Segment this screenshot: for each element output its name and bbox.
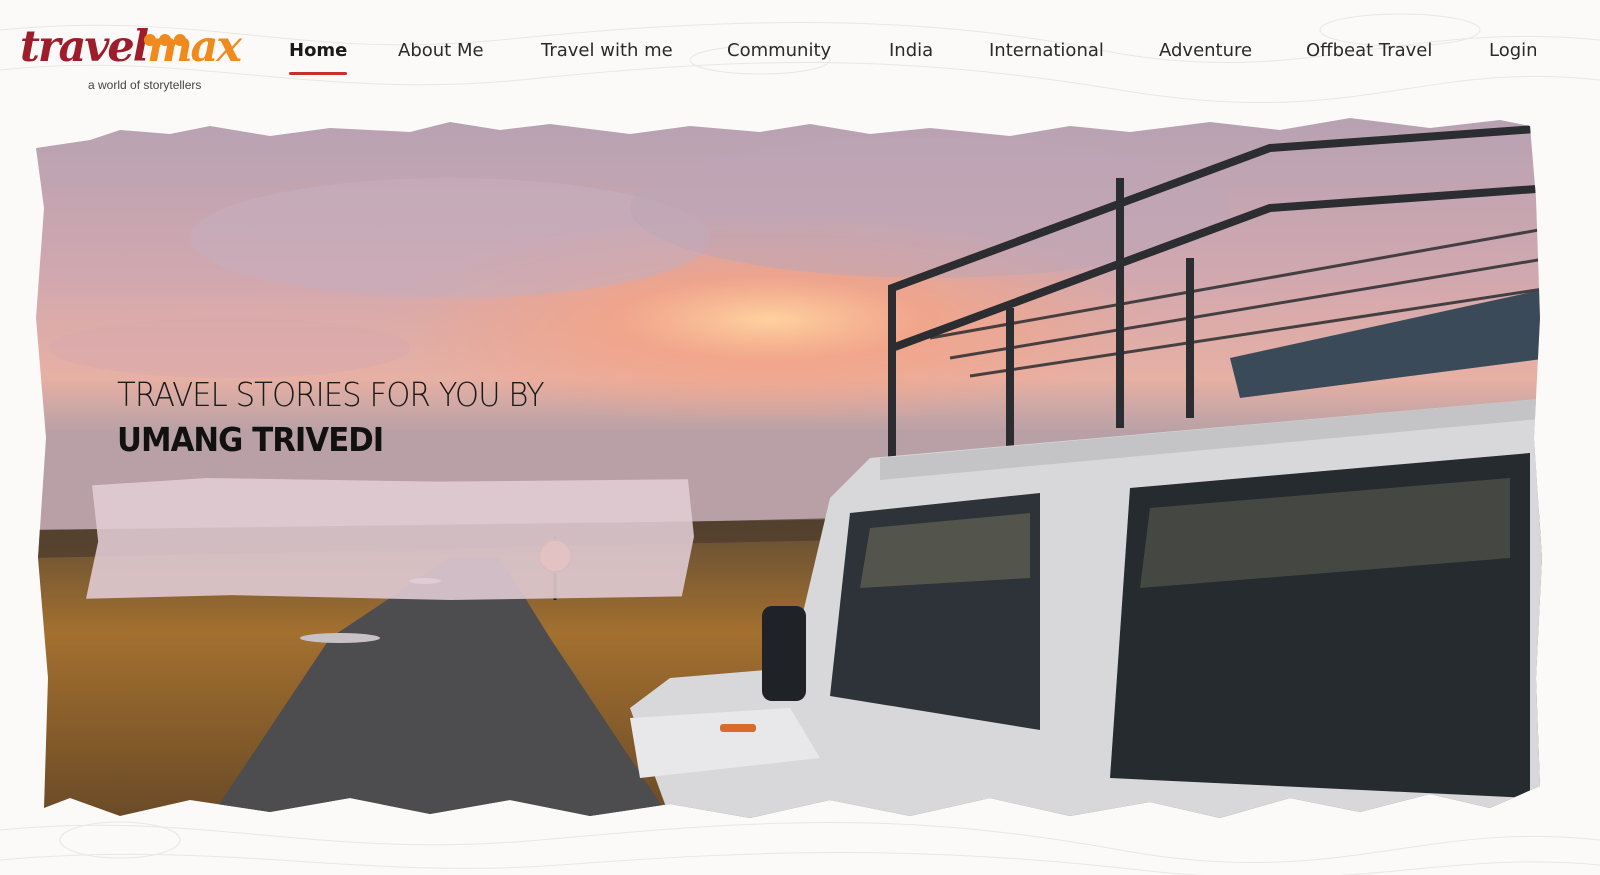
travelmax-logo[interactable]: travelmax a world of storytellers xyxy=(18,26,242,96)
hero-banner xyxy=(30,118,1572,818)
main-nav: Home About Me Travel with me Community I… xyxy=(276,40,1600,80)
logo-wordmark: travelmax xyxy=(20,26,242,69)
logo-word-travel: travel xyxy=(20,22,149,72)
hero-headline-author: UMANG TRIVEDI xyxy=(117,420,384,459)
nav-item-adventure[interactable]: Adventure xyxy=(1159,40,1252,61)
nav-item-about-me[interactable]: About Me xyxy=(398,40,484,61)
nav-item-home[interactable]: Home xyxy=(289,40,348,75)
hero-headline-line1: TRAVEL STORIES FOR YOU BY xyxy=(117,375,545,414)
logo-tagline: a world of storytellers xyxy=(88,78,202,92)
nav-item-travel-with-me[interactable]: Travel with me xyxy=(541,40,673,61)
nav-item-offbeat-travel[interactable]: Offbeat Travel xyxy=(1306,40,1432,61)
nav-item-india[interactable]: India xyxy=(889,40,933,61)
site-header: travelmax a world of storytellers Home A… xyxy=(0,0,1600,100)
nav-item-login[interactable]: Login xyxy=(1489,40,1538,61)
logo-dots-icon xyxy=(144,34,186,46)
nav-item-community[interactable]: Community xyxy=(727,40,831,61)
nav-item-international[interactable]: International xyxy=(989,40,1104,61)
hero-photo xyxy=(36,118,1542,818)
logo-word-max: max xyxy=(147,22,242,72)
headline-backdrop xyxy=(86,478,694,600)
